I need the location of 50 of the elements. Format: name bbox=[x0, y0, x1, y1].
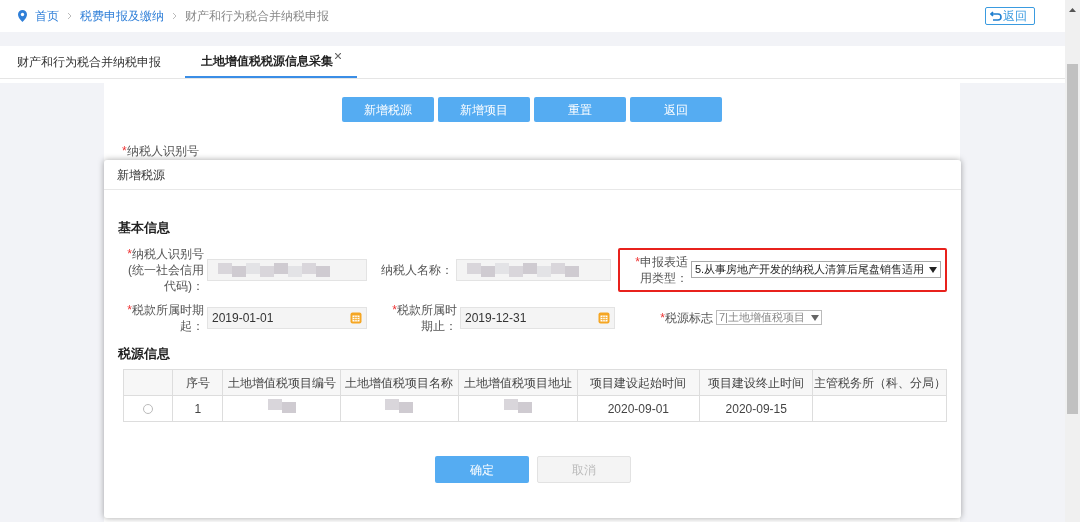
caret-icon bbox=[811, 314, 819, 321]
blurred-value bbox=[385, 399, 414, 413]
section-heading: 基本信息 bbox=[118, 219, 171, 237]
close-icon[interactable] bbox=[335, 53, 341, 59]
caret-icon bbox=[929, 266, 937, 273]
date-field[interactable]: 2019-12-31 bbox=[460, 306, 615, 329]
input-field[interactable] bbox=[207, 258, 367, 281]
column-header: 项目建设终止时间 bbox=[699, 369, 813, 396]
column-header: 土地增值税项目地址 bbox=[458, 369, 578, 396]
field-label: *税款所属时期止： bbox=[391, 301, 457, 334]
toolbar-button[interactable]: 新增项目 bbox=[438, 97, 530, 122]
chevron-icon bbox=[67, 12, 72, 20]
table-cell: 2020-09-15 bbox=[725, 401, 787, 416]
back-button[interactable]: 返回 bbox=[985, 7, 1035, 25]
column-header: 主管税务所（科、分局） bbox=[812, 369, 947, 396]
dialog-title: 新增税源 bbox=[104, 160, 961, 190]
field-label: 纳税人名称： bbox=[380, 261, 453, 278]
undo-icon bbox=[990, 11, 1002, 21]
breadcrumb-link[interactable]: 首页 bbox=[35, 7, 59, 25]
field-label: *税款所属时期起： bbox=[126, 301, 204, 334]
tab[interactable]: 土地增值税税源信息采集 bbox=[185, 45, 357, 78]
field-label: *申报表适用类型： bbox=[634, 253, 688, 286]
table-cell: 2020-09-01 bbox=[607, 401, 669, 416]
tab[interactable]: 财产和行为税合并纳税申报 bbox=[0, 45, 185, 78]
radio-button[interactable] bbox=[143, 404, 154, 415]
calendar-icon[interactable] bbox=[598, 311, 610, 324]
calendar-icon[interactable] bbox=[350, 311, 362, 324]
input-field[interactable] bbox=[455, 258, 611, 281]
blurred-value bbox=[503, 399, 532, 413]
field-label: *税源标志 bbox=[659, 309, 713, 326]
confirm-button[interactable]: 确定 bbox=[434, 456, 529, 483]
blurred-value bbox=[267, 399, 296, 413]
dropdown-field[interactable]: 5.从事房地产开发的纳税人清算后尾盘销售适用 bbox=[691, 261, 941, 278]
location-pin-icon bbox=[18, 10, 27, 22]
field-label: *纳税人识别号 bbox=[122, 144, 199, 158]
scroll-up-icon[interactable] bbox=[1069, 8, 1076, 12]
dropdown-field[interactable]: 7|土地增值税项目 bbox=[716, 310, 822, 325]
toolbar-button[interactable]: 新增税源 bbox=[342, 97, 434, 122]
breadcrumb-link[interactable]: 税费申报及缴纳 bbox=[80, 7, 164, 25]
toolbar-button[interactable]: 重置 bbox=[534, 97, 626, 122]
column-header: 序号 bbox=[172, 369, 223, 396]
date-field[interactable]: 2019-01-01 bbox=[207, 306, 367, 329]
section-heading: 税源信息 bbox=[118, 344, 171, 363]
column-header: 土地增值税项目名称 bbox=[340, 369, 459, 396]
column-header: 项目建设起始时间 bbox=[577, 369, 700, 396]
field-label: *纳税人识别号(统一社会信用代码)： bbox=[126, 245, 204, 294]
column-header: 土地增值税项目编号 bbox=[222, 369, 341, 396]
chevron-icon bbox=[172, 12, 177, 20]
table-cell: 1 bbox=[194, 401, 202, 416]
toolbar-button[interactable]: 返回 bbox=[630, 97, 722, 122]
